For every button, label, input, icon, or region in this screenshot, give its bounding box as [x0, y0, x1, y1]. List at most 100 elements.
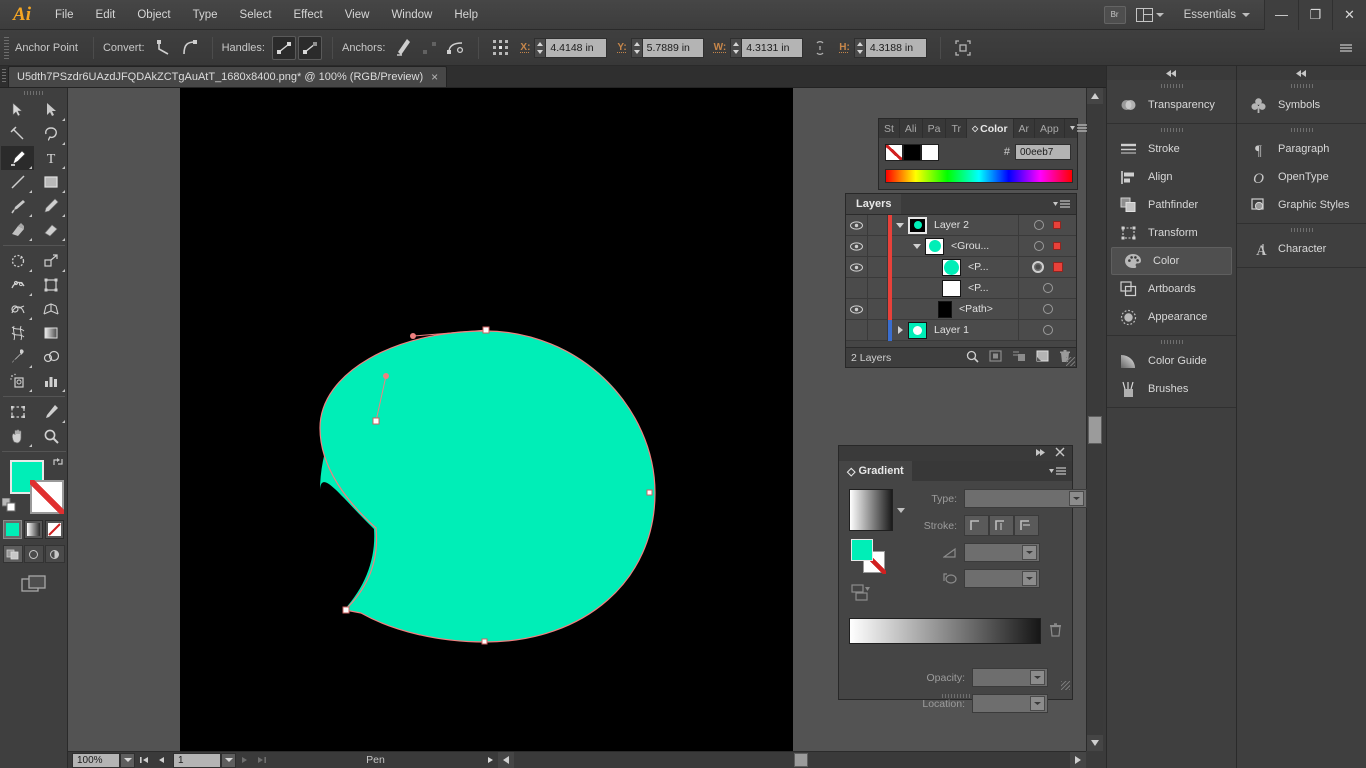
horizontal-scroll-thumb[interactable]: [794, 753, 808, 767]
target-indicator[interactable]: [1034, 241, 1044, 251]
dock-item-graphic-styles[interactable]: Graphic Styles: [1237, 191, 1366, 219]
stroke-gradient-within-icon[interactable]: [964, 515, 989, 536]
status-tool-label[interactable]: Pen: [270, 754, 481, 766]
vertical-scroll-track[interactable]: [1087, 104, 1103, 735]
layers-panel-menu-icon[interactable]: [1048, 199, 1076, 210]
stroke-gradient-across-icon[interactable]: [1014, 515, 1039, 536]
eraser-tool[interactable]: [34, 218, 67, 242]
tab-align[interactable]: Ali: [900, 119, 923, 138]
page-number-input[interactable]: 1: [173, 752, 221, 768]
remove-anchor-icon[interactable]: [392, 36, 416, 60]
gradient-fill-swatch[interactable]: [851, 539, 873, 561]
menu-object[interactable]: Object: [126, 0, 181, 30]
control-bar-menu-icon[interactable]: [1334, 36, 1358, 60]
layer-name[interactable]: <P...: [968, 282, 989, 294]
dock-item-brushes[interactable]: Brushes: [1107, 375, 1236, 403]
h-input[interactable]: 4.3188 in: [864, 37, 927, 58]
vertical-scroll-thumb[interactable]: [1088, 416, 1102, 444]
tools-panel-grip[interactable]: [0, 88, 67, 98]
gradient-presets-chevron-icon[interactable]: [897, 507, 905, 513]
minimize-button[interactable]: —: [1264, 0, 1298, 30]
table-row[interactable]: <P...: [846, 256, 1076, 278]
layer-name[interactable]: <P...: [968, 261, 989, 273]
document-tab[interactable]: U5dth7PSzdr6UAzdJFQDAkZCTgAuAtT_1680x840…: [8, 66, 448, 87]
draw-behind-button[interactable]: [23, 545, 44, 563]
expand-arrow-icon[interactable]: [892, 326, 908, 334]
dock-item-opentype[interactable]: O OpenType: [1237, 163, 1366, 191]
x-stepper[interactable]: [534, 37, 546, 58]
next-page-button[interactable]: [237, 753, 252, 768]
chevron-down-icon[interactable]: [1022, 545, 1037, 560]
resize-grip[interactable]: [1066, 357, 1075, 366]
visibility-toggle[interactable]: [846, 214, 868, 236]
color-spectrum-ramp[interactable]: [885, 169, 1073, 183]
gradient-opacity-input[interactable]: [972, 668, 1048, 687]
scale-tool[interactable]: [34, 249, 67, 273]
lock-toggle[interactable]: [868, 214, 888, 236]
resize-grip[interactable]: [1061, 681, 1070, 690]
menu-type[interactable]: Type: [182, 0, 229, 30]
expand-arrow-icon[interactable]: [892, 222, 908, 229]
h-stepper[interactable]: [853, 37, 865, 58]
scroll-down-icon[interactable]: [1087, 735, 1103, 751]
swap-fill-stroke-icon[interactable]: [52, 456, 64, 468]
target-indicator[interactable]: [1042, 325, 1053, 335]
pencil-tool[interactable]: [34, 194, 67, 218]
page-dropdown-icon[interactable]: [221, 752, 236, 768]
group-grip[interactable]: [1107, 80, 1236, 91]
layer-main[interactable]: Layer 1: [892, 320, 1018, 341]
lock-toggle[interactable]: [868, 256, 888, 278]
dock-item-appearance[interactable]: Appearance: [1107, 303, 1236, 331]
table-row[interactable]: <P...: [846, 277, 1076, 299]
dock-item-stroke[interactable]: Stroke: [1107, 135, 1236, 163]
table-row[interactable]: <Path>: [846, 298, 1076, 320]
vertical-scrollbar[interactable]: [1086, 88, 1103, 751]
menu-select[interactable]: Select: [229, 0, 283, 30]
table-row[interactable]: <Grou...: [846, 235, 1076, 257]
isolate-selection-icon[interactable]: [951, 36, 975, 60]
stroke-swatch[interactable]: [30, 480, 64, 514]
scroll-left-icon[interactable]: [498, 752, 514, 768]
horizontal-scrollbar[interactable]: [498, 751, 1086, 768]
bridge-button[interactable]: Br: [1103, 5, 1126, 24]
w-input[interactable]: 4.3131 in: [741, 37, 804, 58]
close-button[interactable]: ✕: [1332, 0, 1366, 30]
collapse-icon[interactable]: [1034, 448, 1046, 460]
new-sublayer-icon[interactable]: [1012, 350, 1026, 365]
dock-item-align[interactable]: Align: [1107, 163, 1236, 191]
chevron-down-icon[interactable]: [1022, 571, 1037, 586]
dock-item-transparency[interactable]: Transparency: [1107, 91, 1236, 119]
layer-name[interactable]: Layer 2: [934, 219, 969, 231]
tab-transform[interactable]: Tr: [946, 119, 967, 138]
previous-page-button[interactable]: [153, 753, 168, 768]
menu-effect[interactable]: Effect: [283, 0, 334, 30]
paintbrush-tool[interactable]: [1, 194, 34, 218]
convert-to-smooth-icon[interactable]: [178, 36, 202, 60]
lock-toggle[interactable]: [868, 298, 888, 320]
layer-name[interactable]: <Path>: [959, 303, 993, 315]
dock-item-color[interactable]: Color: [1111, 247, 1232, 275]
selection-indicator[interactable]: [1053, 221, 1061, 229]
black-swatch[interactable]: [903, 144, 921, 161]
reverse-gradient-icon[interactable]: [851, 583, 905, 606]
artboard-tool[interactable]: [1, 400, 34, 424]
gradient-fill-button[interactable]: [24, 520, 43, 539]
rotate-tool[interactable]: [1, 249, 34, 273]
visibility-toggle[interactable]: [846, 319, 868, 341]
maximize-button[interactable]: ❐: [1298, 0, 1332, 30]
visibility-toggle[interactable]: [846, 256, 868, 278]
group-grip[interactable]: [1237, 124, 1366, 135]
pen-tool[interactable]: [1, 146, 34, 170]
gradient-preview-swatch[interactable]: [849, 489, 893, 531]
chevron-down-icon[interactable]: [1030, 696, 1045, 711]
lock-toggle[interactable]: [868, 277, 888, 299]
selection-indicator[interactable]: [1053, 242, 1061, 250]
menu-file[interactable]: File: [44, 0, 85, 30]
type-tool[interactable]: T: [34, 146, 67, 170]
table-row[interactable]: Layer 2: [846, 214, 1076, 236]
none-swatch[interactable]: [885, 144, 903, 161]
hide-handles-icon[interactable]: [297, 35, 322, 60]
gradient-panel[interactable]: ◇ Gradient Type: Stroke: Opacity: Locati…: [838, 445, 1087, 713]
constrain-proportions-icon[interactable]: [808, 36, 832, 60]
visibility-toggle[interactable]: [846, 277, 868, 299]
